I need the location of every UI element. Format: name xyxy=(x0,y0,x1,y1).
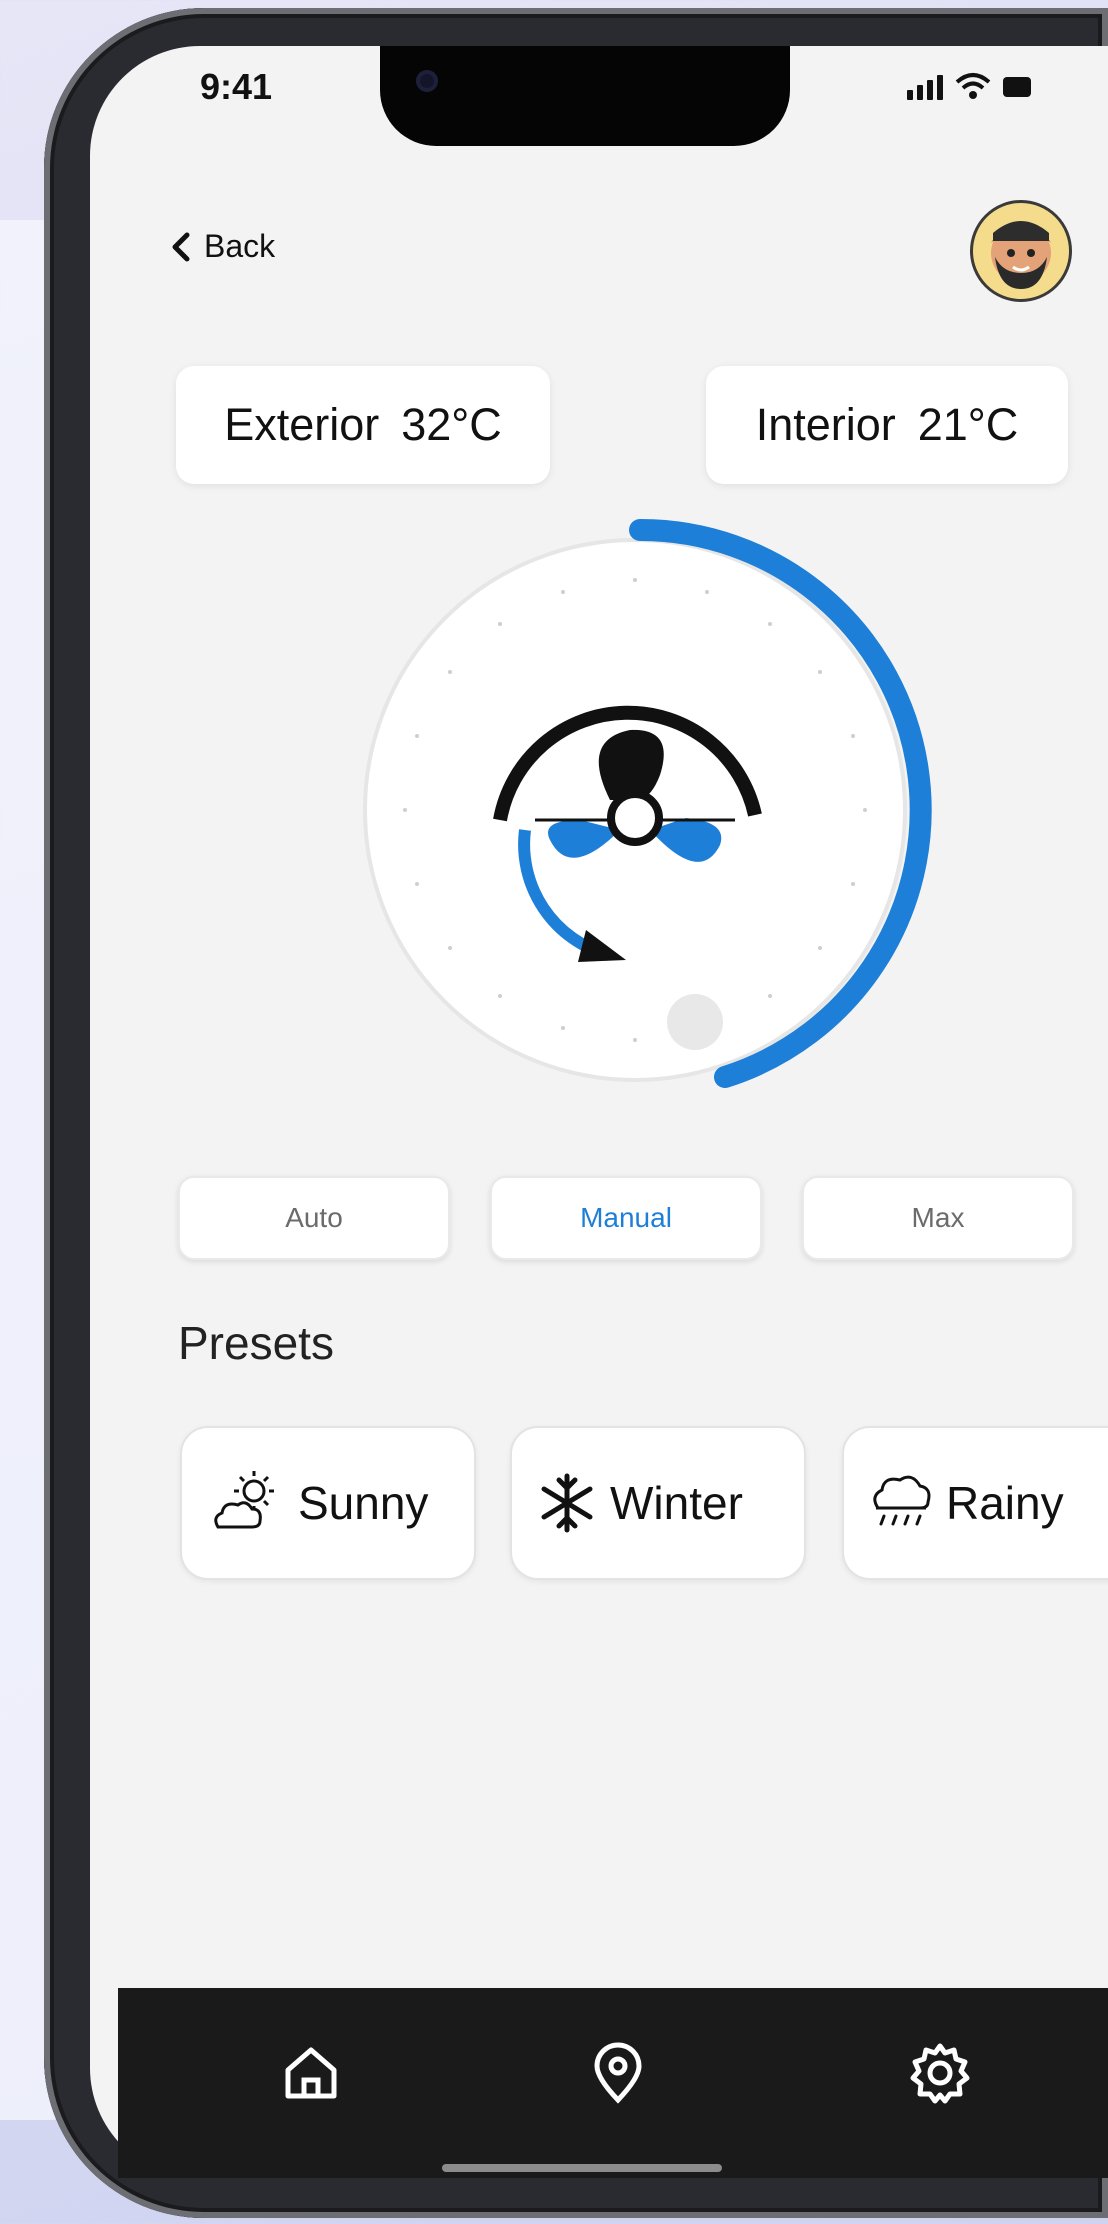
back-button[interactable]: Back xyxy=(170,228,275,265)
signal-icon xyxy=(907,75,943,100)
avatar[interactable] xyxy=(970,200,1072,302)
snowflake-icon xyxy=(541,1473,593,1533)
chevron-left-icon xyxy=(172,232,190,261)
interior-temp-card: Interior 21°C xyxy=(706,366,1068,484)
mode-auto-label: Auto xyxy=(285,1202,343,1233)
mode-max-label: Max xyxy=(911,1202,965,1233)
dial-knob[interactable] xyxy=(667,994,723,1050)
preset-rainy[interactable]: Rainy xyxy=(842,1426,1108,1580)
user-avatar-icon xyxy=(991,221,1051,289)
camera-icon xyxy=(416,70,438,92)
location-icon[interactable] xyxy=(583,2038,653,2108)
preset-winter-label: Winter xyxy=(610,1477,743,1529)
rain-cloud-icon xyxy=(873,1475,931,1526)
sun-cloud-icon xyxy=(214,1471,274,1529)
interior-value: 21°C xyxy=(917,399,1019,450)
wifi-icon xyxy=(955,73,991,99)
interior-label: Interior xyxy=(755,399,896,450)
settings-icon[interactable] xyxy=(905,2038,975,2108)
exterior-temp-card: Exterior 32°C xyxy=(176,366,550,484)
back-label: Back xyxy=(204,228,276,264)
home-indicator xyxy=(442,2164,722,2172)
exterior-label: Exterior xyxy=(224,399,380,450)
presets-title: Presets xyxy=(178,1317,334,1369)
preset-sunny[interactable]: Sunny xyxy=(180,1426,476,1580)
mode-manual-label: Manual xyxy=(580,1202,672,1233)
status-icons xyxy=(905,72,1031,100)
mode-manual-button[interactable]: Manual xyxy=(490,1176,762,1260)
preset-winter[interactable]: Winter xyxy=(510,1426,806,1580)
preset-rainy-label: Rainy xyxy=(946,1477,1064,1529)
mode-max-button[interactable]: Max xyxy=(802,1176,1074,1260)
mode-auto-button[interactable]: Auto xyxy=(178,1176,450,1260)
status-time: 9:41 xyxy=(200,66,273,107)
notch xyxy=(380,46,790,146)
battery-icon xyxy=(1003,77,1031,97)
home-icon[interactable] xyxy=(276,2038,346,2108)
exterior-value: 32°C xyxy=(401,399,502,450)
fan-dial[interactable] xyxy=(330,500,970,1120)
preset-sunny-label: Sunny xyxy=(298,1477,429,1529)
bottom-nav xyxy=(118,1988,1108,2178)
